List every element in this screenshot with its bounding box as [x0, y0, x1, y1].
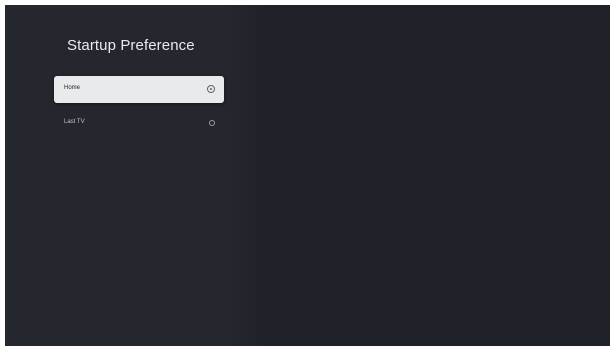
option-home[interactable]: Home	[54, 76, 224, 103]
tv-settings-screen: Startup Preference Home Last TV	[5, 5, 610, 346]
radio-unselected-icon	[209, 120, 215, 126]
option-last-tv[interactable]: Last TV	[54, 115, 224, 131]
settings-side-panel: Startup Preference Home Last TV	[5, 5, 267, 346]
page-title: Startup Preference	[67, 37, 195, 54]
option-home-label: Home	[64, 85, 81, 91]
option-last-tv-label: Last TV	[64, 119, 85, 125]
radio-selected-icon	[207, 85, 215, 93]
